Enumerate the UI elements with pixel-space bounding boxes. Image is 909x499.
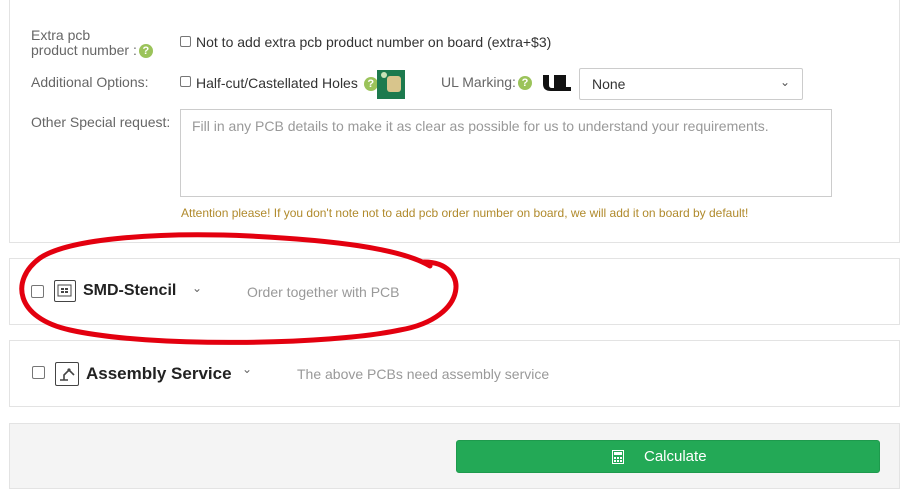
calculate-label: Calculate	[644, 448, 707, 465]
question-circle-icon[interactable]: ?	[517, 76, 532, 91]
halfcut-option-text: Half-cut/Castellated Holes ?	[196, 75, 378, 92]
question-circle-icon[interactable]: ?	[363, 77, 378, 92]
question-circle-icon[interactable]: ?	[138, 44, 153, 59]
extra-pcb-label-line1: Extra pcb	[31, 27, 91, 43]
castellated-holes-thumbnail	[377, 70, 405, 99]
extra-pcb-label: Extra pcb product number :?	[31, 27, 153, 59]
assembly-panel[interactable]: Assembly Service ⌄ The above PCBs need a…	[9, 340, 900, 407]
extra-pcb-label-line2: product number :	[31, 42, 137, 58]
smd-stencil-panel[interactable]: SMD-Stencil ⌄ Order together with PCB	[9, 258, 900, 325]
ul-marking-select[interactable]: None ⌄	[579, 68, 803, 100]
smd-stencil-checkbox[interactable]	[31, 285, 44, 298]
extra-pcb-checkbox[interactable]	[180, 36, 191, 47]
chevron-down-icon[interactable]: ⌄	[242, 362, 252, 376]
assembly-checkbox[interactable]	[32, 366, 45, 379]
calculate-button[interactable]: Calculate	[456, 440, 880, 473]
calculate-panel: Calculate	[9, 423, 900, 489]
special-request-label: Other Special request:	[31, 114, 171, 130]
smd-stencil-title[interactable]: SMD-Stencil	[83, 282, 176, 300]
smd-stencil-subtitle: Order together with PCB	[247, 284, 400, 300]
extra-pcb-option-text: Not to add extra pcb product number on b…	[196, 34, 552, 50]
ul-marking-label: UL Marking:?	[441, 74, 532, 91]
ul-marking-selected-value: None	[592, 76, 626, 92]
additional-options-label: Additional Options:	[31, 74, 149, 90]
special-request-textarea[interactable]: Fill in any PCB details to make it as cl…	[180, 109, 832, 197]
halfcut-label: Half-cut/Castellated Holes	[196, 75, 358, 91]
assembly-title[interactable]: Assembly Service	[86, 364, 232, 384]
chevron-down-icon: ⌄	[779, 75, 790, 89]
halfcut-checkbox[interactable]	[180, 76, 191, 87]
assembly-subtitle: The above PCBs need assembly service	[297, 366, 550, 382]
special-request-placeholder: Fill in any PCB details to make it as cl…	[192, 118, 769, 134]
chevron-down-icon[interactable]: ⌄	[192, 281, 202, 295]
calculator-icon	[612, 450, 624, 468]
ul-marking-text: UL Marking:	[441, 74, 516, 90]
stencil-icon	[54, 280, 76, 302]
ul-logo-icon	[540, 73, 574, 93]
attention-notice: Attention please! If you don't note not …	[181, 206, 749, 220]
assembly-robot-icon	[55, 362, 79, 386]
